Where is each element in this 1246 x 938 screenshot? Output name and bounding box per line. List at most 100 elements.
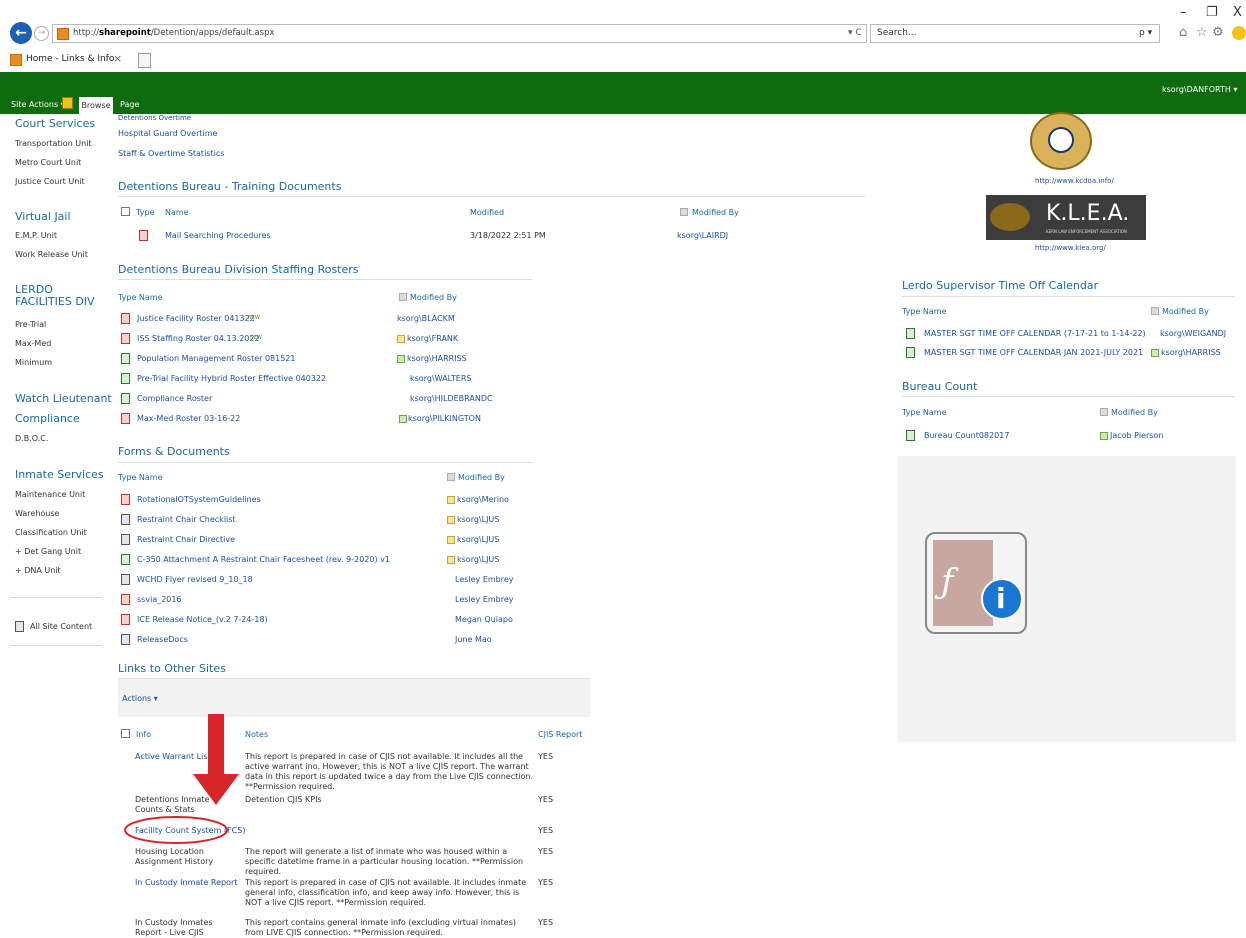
- nav-item-work-release[interactable]: Work Release Unit: [15, 250, 88, 259]
- modified-by-user[interactable]: ksorg\HILDEBRANDC: [410, 394, 493, 403]
- modified-by-user[interactable]: ksorg\BLACKM: [397, 314, 455, 323]
- doc-link[interactable]: WCHD Flyer revised 9_10_18: [137, 575, 253, 584]
- col-modified-by[interactable]: Modified By: [410, 293, 457, 302]
- doc-link[interactable]: Pre-Trial Facility Hybrid Roster Effecti…: [137, 374, 326, 383]
- col-type-name[interactable]: Type Name: [118, 293, 163, 302]
- modified-by-user[interactable]: ksorg\HARRISS: [1161, 348, 1221, 357]
- nav-heading-lerdo[interactable]: LERDO FACILITIES DIV: [15, 284, 110, 308]
- col-type-name[interactable]: Type Name: [118, 473, 163, 482]
- nav-item-metro-court[interactable]: Metro Court Unit: [15, 158, 81, 167]
- modified-by-user[interactable]: ksorg\FRANK: [407, 334, 458, 343]
- nav-heading-compliance[interactable]: Compliance: [15, 412, 80, 425]
- tab-close-icon[interactable]: ×: [113, 52, 122, 65]
- link-detentions-overtime[interactable]: Detentions Overtime: [118, 114, 191, 122]
- select-all-checkbox[interactable]: [121, 207, 130, 216]
- modified-by-user[interactable]: ksorg\LJUS: [457, 555, 499, 564]
- modified-by-user[interactable]: Jacob Pierson: [1110, 431, 1163, 440]
- doc-link[interactable]: Bureau Count082017: [924, 431, 1009, 440]
- link-in-custody-report[interactable]: In Custody Inmate Report: [135, 878, 237, 887]
- restore-button[interactable]: ❐: [1206, 5, 1218, 20]
- modified-by-user[interactable]: ksorg\Merino: [457, 495, 509, 504]
- modified-by-user[interactable]: ksorg\HARRISS: [407, 354, 467, 363]
- favorites-star-icon[interactable]: ☆: [1196, 25, 1208, 40]
- settings-gear-icon[interactable]: ⚙: [1212, 25, 1224, 40]
- nav-heading-virtual-jail[interactable]: Virtual Jail: [15, 210, 71, 223]
- klea-logo[interactable]: K.L.E.A. KERN LAW ENFORCEMENT ASSOCIATIO…: [986, 195, 1146, 240]
- doc-link[interactable]: RotationalOTSystemGuidelines: [137, 495, 261, 504]
- nav-item-maintenance[interactable]: Maintenance Unit: [15, 490, 85, 499]
- modified-by-user[interactable]: ksorg\LJUS: [457, 515, 499, 524]
- col-modified-by[interactable]: Modified By: [458, 473, 505, 482]
- modified-by-user[interactable]: ksorg\PILKINGTON: [408, 414, 481, 423]
- doc-link[interactable]: Restraint Chair Checklist: [137, 515, 236, 524]
- nav-item-justice-court[interactable]: Justice Court Unit: [15, 177, 85, 186]
- nav-heading-court-services[interactable]: Court Services: [15, 117, 95, 130]
- col-modified[interactable]: Modified: [470, 208, 504, 217]
- col-modified-by[interactable]: Modified By: [692, 208, 739, 217]
- modified-by-user[interactable]: June Mao: [455, 635, 492, 644]
- nav-item-dna[interactable]: + DNA Unit: [15, 566, 61, 575]
- doc-link[interactable]: ICE Release Notice_(v.2 7-24-18): [137, 615, 268, 624]
- doc-link[interactable]: MASTER SGT TIME OFF CALENDAR (7-17-21 to…: [924, 329, 1146, 338]
- flash-plugin-area[interactable]: ƒ i: [898, 456, 1236, 742]
- doc-link[interactable]: Population Management Roster 081521: [137, 354, 296, 363]
- search-icon[interactable]: ρ ▾: [1139, 28, 1152, 38]
- modified-by-user[interactable]: Megan Quiapo: [455, 615, 513, 624]
- site-actions-menu[interactable]: Site Actions ▾: [11, 100, 65, 109]
- nav-item-det-gang[interactable]: + Det Gang Unit: [15, 547, 81, 556]
- col-modified-by[interactable]: Modified By: [1162, 307, 1209, 316]
- doc-link[interactable]: Max-Med Roster 03-16-22: [137, 414, 240, 423]
- new-tab-button[interactable]: [138, 53, 151, 68]
- forward-button[interactable]: →: [34, 26, 49, 41]
- col-name[interactable]: Name: [165, 208, 189, 217]
- doc-link[interactable]: ssvia_2016: [137, 595, 182, 604]
- col-type[interactable]: Type: [136, 208, 154, 217]
- nav-item-pre-trial[interactable]: Pre-Trial: [15, 320, 46, 329]
- link-staff-overtime-stats[interactable]: Staff & Overtime Statistics: [118, 149, 224, 158]
- col-type-name[interactable]: Type Name: [902, 307, 947, 316]
- doc-link[interactable]: Restraint Chair Directive: [137, 535, 235, 544]
- klea-link[interactable]: http://www.klea.org/: [1035, 244, 1106, 252]
- nav-heading-inmate-services[interactable]: Inmate Services: [15, 468, 104, 481]
- modified-by-user[interactable]: ksorg\LJUS: [457, 535, 499, 544]
- minimize-button[interactable]: –: [1180, 5, 1187, 20]
- doc-link[interactable]: C-350 Attachment A Restraint Chair Faces…: [137, 555, 390, 564]
- doc-link[interactable]: Justice Facility Roster 041322: [137, 314, 255, 323]
- kcdoa-badge-logo[interactable]: [1030, 112, 1092, 170]
- refresh-icon[interactable]: ▾ C: [848, 28, 862, 38]
- search-box[interactable]: Search... ρ ▾: [870, 24, 1160, 43]
- home-icon[interactable]: ⌂: [1179, 25, 1187, 40]
- modified-by-user[interactable]: Lesley Embrey: [455, 575, 514, 584]
- nav-item-emp[interactable]: E.M.P. Unit: [15, 231, 57, 240]
- nav-item-warehouse[interactable]: Warehouse: [15, 509, 59, 518]
- smiley-icon[interactable]: [1232, 26, 1246, 40]
- doc-link[interactable]: ISS Staffing Roster 04.13.2022: [137, 334, 260, 343]
- close-window-button[interactable]: X: [1233, 5, 1242, 20]
- nav-item-transportation[interactable]: Transportation Unit: [15, 139, 92, 148]
- doc-link-mail-searching[interactable]: Mail Searching Procedures: [165, 231, 271, 240]
- nav-item-dboc[interactable]: D.B.O.C.: [15, 434, 48, 443]
- link-in-custody-live[interactable]: In Custody Inmates Report - Live CJIS: [135, 918, 235, 938]
- nav-heading-watch-lt[interactable]: Watch Lieutenant: [15, 392, 112, 405]
- nav-item-minimum[interactable]: Minimum: [15, 358, 52, 367]
- modified-by-user[interactable]: ksorg\LAIRDJ: [677, 231, 728, 240]
- edit-page-icon[interactable]: [62, 97, 73, 109]
- user-menu[interactable]: ksorg\DANFORTH ▾: [1162, 85, 1237, 94]
- all-site-content-link[interactable]: All Site Content: [30, 622, 92, 631]
- search-input[interactable]: Search...: [877, 28, 917, 38]
- modified-by-user[interactable]: ksorg\WEIGANDJ: [1160, 329, 1226, 338]
- tab-page[interactable]: Page: [120, 100, 139, 109]
- tab-browse[interactable]: Browse: [79, 97, 113, 114]
- doc-link[interactable]: ReleaseDocs: [137, 635, 188, 644]
- col-cjis-report[interactable]: CJIS Report: [538, 730, 582, 739]
- col-modified-by[interactable]: Modified By: [1111, 408, 1158, 417]
- address-bar[interactable]: http://sharepoint/Detention/apps/default…: [52, 24, 867, 43]
- modified-by-user[interactable]: ksorg\WALTERS: [410, 374, 472, 383]
- tab-home-links[interactable]: Home - Links & Info ×: [10, 51, 130, 70]
- nav-item-max-med[interactable]: Max-Med: [15, 339, 51, 348]
- link-housing-history[interactable]: Housing Location Assignment History: [135, 847, 235, 867]
- kcdoa-link[interactable]: http://www.kcdoa.info/: [1035, 177, 1114, 185]
- modified-by-user[interactable]: Lesley Embrey: [455, 595, 514, 604]
- nav-item-classification[interactable]: Classification Unit: [15, 528, 87, 537]
- actions-menu[interactable]: Actions ▾: [122, 694, 158, 703]
